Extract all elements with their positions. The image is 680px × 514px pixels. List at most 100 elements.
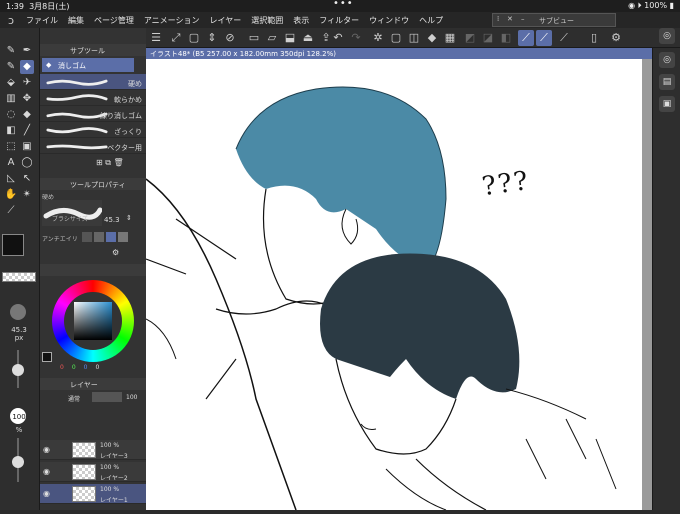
- delete-subtool-icon[interactable]: 🗑: [114, 158, 124, 167]
- canvas-paper[interactable]: ???: [145, 59, 642, 511]
- opacity-bar[interactable]: [92, 392, 122, 402]
- antialias-weak-option[interactable]: [94, 232, 104, 242]
- menu-item-4[interactable]: レイヤー: [210, 15, 242, 26]
- ruler-tool-icon[interactable]: ◺: [4, 172, 18, 186]
- menu-icon[interactable]: ☰: [148, 30, 164, 46]
- menu-item-2[interactable]: ページ管理: [94, 15, 134, 26]
- settings-icon[interactable]: ⚙: [608, 30, 624, 46]
- operation-icon[interactable]: ↖: [20, 172, 34, 186]
- ruler-icon[interactable]: ◩: [462, 30, 478, 46]
- eyedropper-icon[interactable]: ⟋: [4, 204, 18, 218]
- select-rect-icon[interactable]: ⬚: [4, 140, 18, 154]
- blend-icon[interactable]: ◧: [4, 124, 18, 138]
- opacity-slider-knob[interactable]: [12, 456, 24, 468]
- cancel-selection-icon[interactable]: ⊘: [222, 30, 238, 46]
- menu-item-9[interactable]: ヘルプ: [419, 15, 443, 26]
- sparkle-icon[interactable]: ✴: [20, 188, 34, 202]
- brush-item[interactable]: ベクター用: [40, 138, 146, 154]
- menu-item-1[interactable]: 編集: [68, 15, 84, 26]
- menu-item-3[interactable]: アニメーション: [144, 15, 200, 26]
- undo-icon[interactable]: ↶: [330, 30, 346, 46]
- blend-mode-select[interactable]: 通常: [68, 394, 80, 403]
- multitask-dots[interactable]: •••: [333, 0, 354, 9]
- antialias-strong-option[interactable]: [118, 232, 128, 242]
- layer-row[interactable]: ◉ 100 % レイヤー2: [40, 462, 146, 482]
- transform-icon[interactable]: ◫: [406, 30, 422, 46]
- navigator-icon[interactable]: ◎: [659, 52, 675, 68]
- brush-item[interactable]: 軟らかめ: [40, 90, 146, 106]
- size-down-icon[interactable]: ⇕: [126, 214, 134, 224]
- layer-panel-icon[interactable]: ▤: [659, 74, 675, 90]
- status-time: 1:39 3月8日(土): [6, 2, 70, 11]
- brush-item[interactable]: ざっくり: [40, 122, 146, 138]
- snap-grid-icon[interactable]: ⟋: [556, 30, 572, 46]
- shape-icon[interactable]: ◆: [20, 108, 34, 122]
- text-icon[interactable]: A: [4, 156, 18, 170]
- eye-icon[interactable]: ◉: [43, 445, 50, 454]
- loading-icon[interactable]: ✲: [370, 30, 386, 46]
- canvas-tab[interactable]: イラスト48* (B5 257.00 x 182.00mm 350dpi 128…: [146, 48, 652, 59]
- app-logo-icon[interactable]: ↄ: [8, 14, 14, 27]
- layer-opacity-value[interactable]: 100: [126, 394, 137, 401]
- layer-row[interactable]: ◉ 100 % レイヤー3: [40, 440, 146, 460]
- brush-size-slider-knob[interactable]: [12, 364, 24, 376]
- deselect-icon[interactable]: ◪: [480, 30, 496, 46]
- color-wheel[interactable]: [52, 280, 134, 362]
- frame-icon[interactable]: ▣: [20, 140, 34, 154]
- clear-icon[interactable]: ▢: [388, 30, 404, 46]
- eye-icon[interactable]: ◉: [43, 489, 50, 498]
- device-icon[interactable]: ▯: [586, 30, 602, 46]
- menu-item-7[interactable]: フィルター: [319, 15, 359, 26]
- mini-main-color[interactable]: [42, 352, 52, 362]
- menu-item-5[interactable]: 選択範囲: [251, 15, 283, 26]
- invert-icon[interactable]: ◧: [498, 30, 514, 46]
- chevron-updown-icon[interactable]: ⇕: [204, 30, 220, 46]
- transparent-color-swatch[interactable]: [2, 272, 36, 282]
- add-subtool-icon[interactable]: ⊞: [96, 158, 103, 167]
- brush-item[interactable]: 練り消しゴム: [40, 106, 146, 122]
- export-icon[interactable]: ⏏: [300, 30, 316, 46]
- select-icon[interactable]: ▦: [442, 30, 458, 46]
- pen-icon[interactable]: ✒: [20, 44, 34, 58]
- saturation-square[interactable]: [74, 302, 112, 340]
- hand-icon[interactable]: ✋: [4, 188, 18, 202]
- vector-snap-icon[interactable]: ⟋: [518, 30, 534, 46]
- copy-subtool-icon[interactable]: ⧉: [105, 158, 111, 167]
- expand-icon[interactable]: ⤢: [168, 30, 184, 46]
- square-icon[interactable]: ▢: [186, 30, 202, 46]
- fill-bucket-icon[interactable]: ⬙: [4, 76, 18, 90]
- tool-property-settings-icon[interactable]: ⚙: [112, 248, 119, 257]
- brush-icon[interactable]: ✎: [4, 44, 18, 58]
- brush-item[interactable]: 硬め: [40, 74, 146, 90]
- subview-panel[interactable]: ⁞ ✕ – サブビュー: [492, 13, 616, 27]
- line-icon[interactable]: ╱: [20, 124, 34, 138]
- minimize-icon[interactable]: –: [521, 15, 525, 23]
- move-icon[interactable]: ✥: [20, 92, 34, 106]
- open-folder-icon[interactable]: ▱: [264, 30, 280, 46]
- menu-item-8[interactable]: ウィンドウ: [369, 15, 409, 26]
- brush-size-value[interactable]: 45.3: [104, 216, 120, 224]
- lasso-icon[interactable]: ◌: [4, 108, 18, 122]
- layer-row[interactable]: ◉ 100 % レイヤー1: [40, 484, 146, 504]
- navigator-icon[interactable]: ◎: [659, 28, 675, 44]
- redo-icon[interactable]: ↷: [348, 30, 364, 46]
- eye-icon[interactable]: ◉: [43, 467, 50, 476]
- snap-ruler-icon[interactable]: ⟋: [536, 30, 552, 46]
- balloon-icon[interactable]: ◯: [20, 156, 34, 170]
- close-icon[interactable]: ✕: [507, 15, 513, 23]
- subtool-group-eraser[interactable]: ◆ 消しゴム: [42, 58, 134, 72]
- fill-icon[interactable]: ◆: [424, 30, 440, 46]
- gradient-icon[interactable]: ▥: [4, 92, 18, 106]
- menu-item-0[interactable]: ファイル: [26, 15, 58, 26]
- antialias-mid-option[interactable]: [106, 232, 116, 242]
- main-color-swatch[interactable]: [2, 234, 24, 256]
- airbrush-icon[interactable]: ✈: [20, 76, 34, 90]
- grip-icon[interactable]: ⁞: [497, 15, 499, 23]
- menu-item-6[interactable]: 表示: [293, 15, 309, 26]
- camera-icon[interactable]: ▣: [659, 96, 675, 112]
- eraser-icon[interactable]: ◆: [20, 60, 34, 74]
- new-file-icon[interactable]: ▭: [246, 30, 262, 46]
- pencil-icon[interactable]: ✎: [4, 60, 18, 74]
- antialias-none-option[interactable]: [82, 232, 92, 242]
- save-icon[interactable]: ⬓: [282, 30, 298, 46]
